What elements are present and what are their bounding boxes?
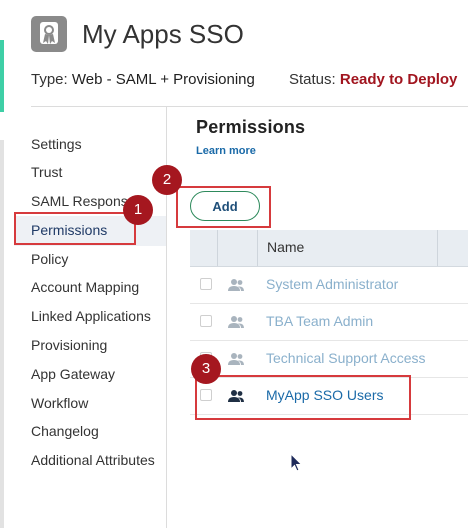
mouse-cursor-icon bbox=[290, 453, 303, 472]
column-separator bbox=[437, 230, 438, 266]
highlight-box-permissions bbox=[14, 212, 136, 245]
table-row[interactable]: Technical Support Access bbox=[190, 341, 468, 378]
step-badge-2: 2 bbox=[152, 165, 182, 195]
sidebar-item-additional-attributes[interactable]: Additional Attributes bbox=[31, 450, 155, 470]
row-name-link[interactable]: TBA Team Admin bbox=[266, 313, 373, 329]
users-icon bbox=[228, 279, 244, 291]
status-value: Ready to Deploy bbox=[339, 71, 458, 88]
header-divider bbox=[31, 106, 468, 107]
sidebar-item-provisioning[interactable]: Provisioning bbox=[31, 335, 107, 355]
table-row[interactable]: System Administrator bbox=[190, 267, 468, 304]
sidebar-item-changelog[interactable]: Changelog bbox=[31, 421, 99, 441]
row-checkbox[interactable] bbox=[200, 278, 212, 290]
row-name-link[interactable]: System Administrator bbox=[266, 276, 398, 292]
learn-more-link[interactable]: Learn more bbox=[196, 145, 256, 157]
sidebar-item-trust[interactable]: Trust bbox=[31, 162, 62, 182]
type-value: Web - SAML + Provisioning bbox=[71, 71, 255, 88]
sidebar-item-app-gateway[interactable]: App Gateway bbox=[31, 364, 115, 384]
column-separator bbox=[217, 230, 218, 266]
table-row[interactable]: TBA Team Admin bbox=[190, 304, 468, 341]
sidebar-item-linked-applications[interactable]: Linked Applications bbox=[31, 306, 151, 326]
row-checkbox[interactable] bbox=[200, 315, 212, 327]
users-icon bbox=[228, 316, 244, 328]
app-title: My Apps SSO bbox=[82, 19, 244, 49]
sidebar-item-account-mapping[interactable]: Account Mapping bbox=[31, 277, 139, 297]
sidebar-item-saml-response[interactable]: SAML Response bbox=[31, 191, 136, 211]
sidebar-item-settings[interactable]: Settings bbox=[31, 134, 82, 154]
row-name-link[interactable]: Technical Support Access bbox=[266, 350, 426, 366]
sidebar-item-policy[interactable]: Policy bbox=[31, 249, 68, 269]
ribbon-award-icon bbox=[31, 16, 67, 52]
status-label: Status: bbox=[289, 71, 336, 88]
highlight-box-user-group bbox=[195, 375, 411, 420]
left-scroll-track bbox=[0, 140, 4, 528]
section-title: Permissions bbox=[196, 117, 306, 137]
app-status: Status: Ready to Deploy bbox=[289, 70, 457, 90]
sidebar-item-workflow[interactable]: Workflow bbox=[31, 393, 88, 413]
type-label: Type: bbox=[31, 71, 68, 88]
table-header: Name bbox=[190, 230, 468, 267]
users-icon bbox=[228, 353, 244, 365]
step-badge-1: 1 bbox=[123, 195, 153, 225]
column-separator bbox=[257, 230, 258, 266]
step-badge-3: 3 bbox=[191, 354, 221, 384]
left-accent-bar bbox=[0, 40, 4, 112]
app-type: Type: Web - SAML + Provisioning bbox=[31, 70, 255, 90]
column-header-name[interactable]: Name bbox=[267, 239, 304, 255]
highlight-box-add bbox=[176, 186, 271, 228]
